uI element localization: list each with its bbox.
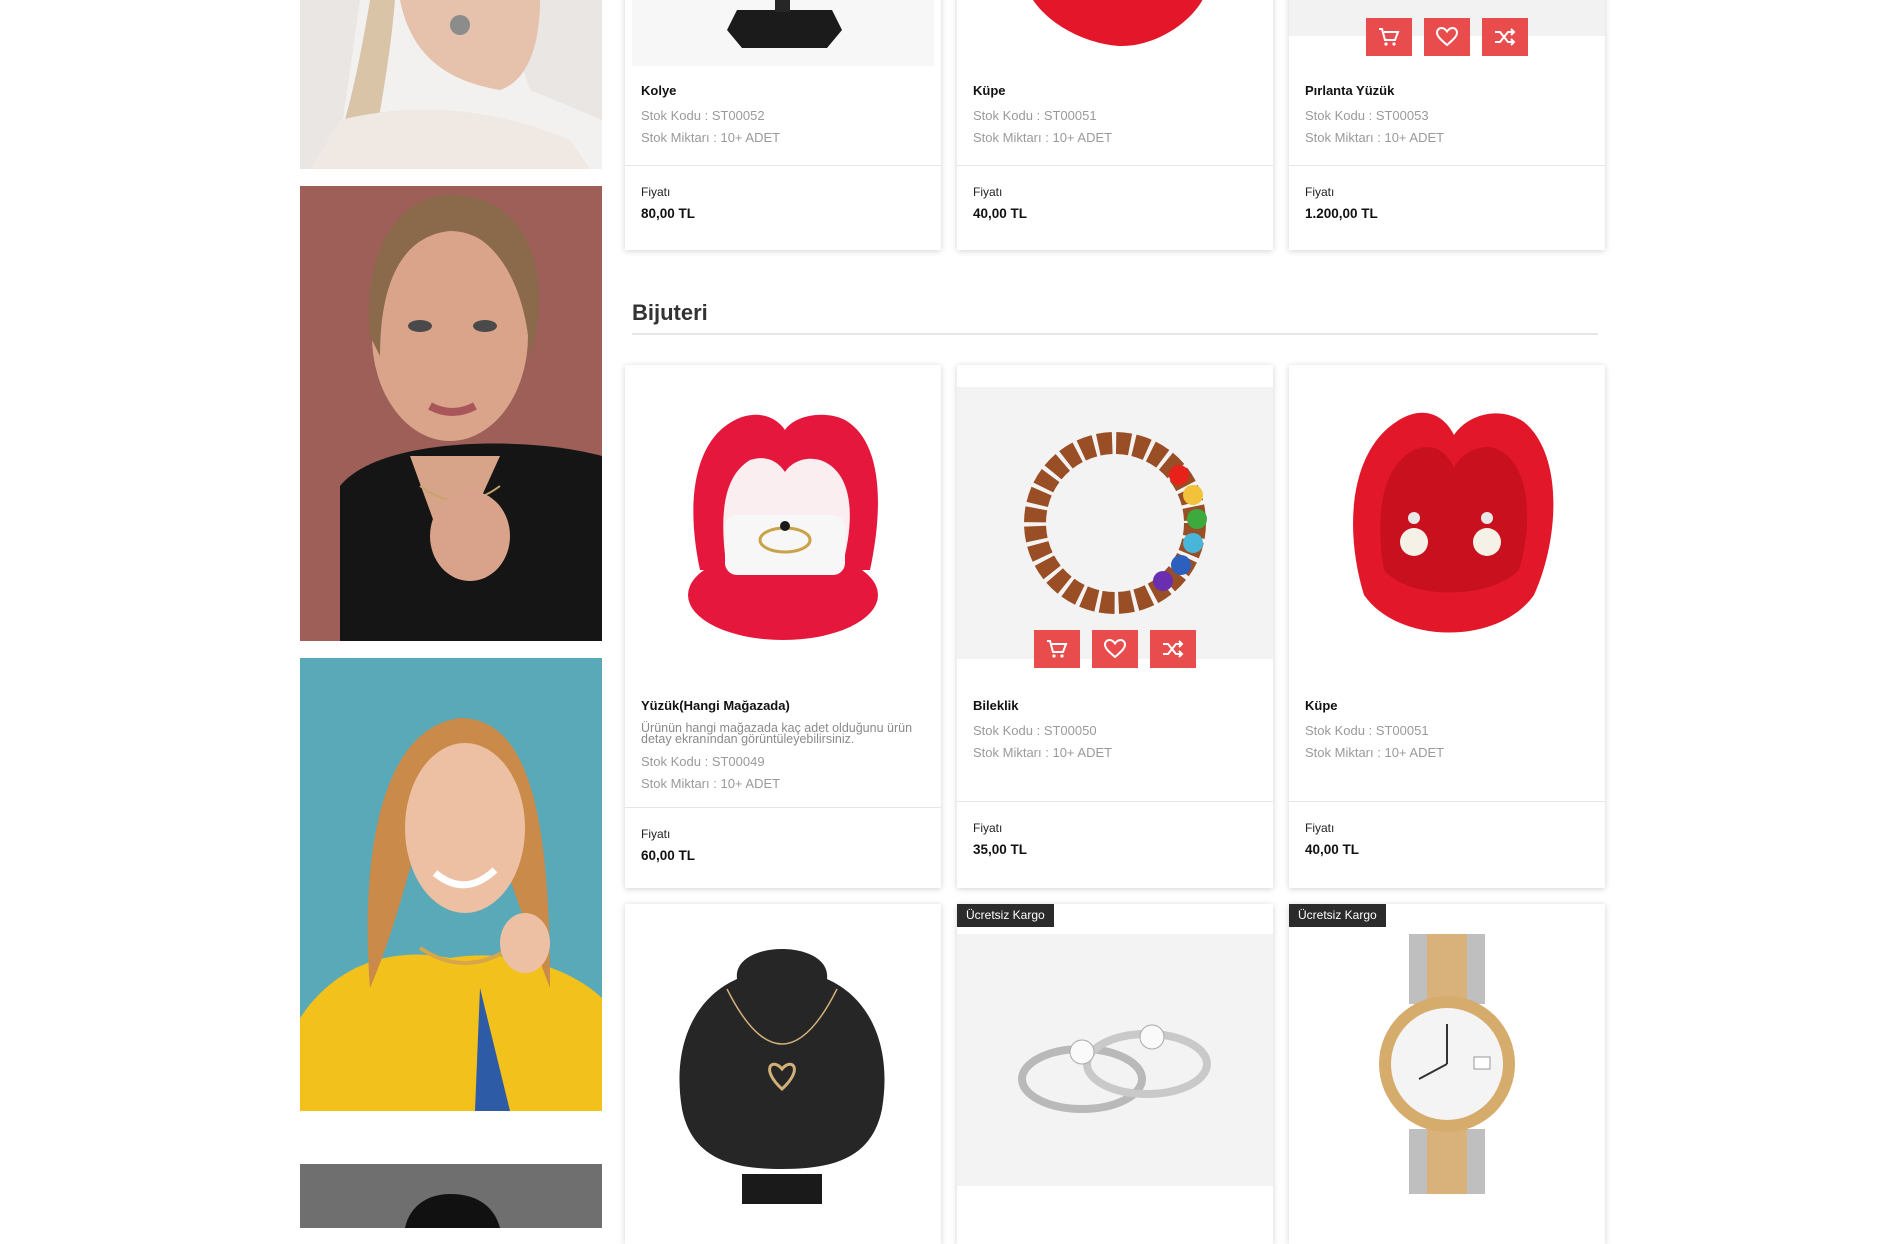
product-card-bileklik[interactable]: Bileklik Stok Kodu : ST00050 Stok Miktar… [957,365,1273,888]
product-card-yuzuk-hangi-magazada[interactable]: Yüzük(Hangi Mağazada) Ürünün hangi mağaz… [625,365,941,888]
shuffle-icon [1495,28,1516,46]
compare-button[interactable] [1482,18,1528,56]
price-label: Fiyatı [641,827,671,841]
product-image[interactable] [632,919,934,1219]
product-card-pirlanta-yuzuk[interactable]: Pırlanta Yüzük Stok Kodu : ST00053 Stok … [1289,0,1605,250]
cart-icon [1379,28,1400,46]
stock-code: Stok Kodu : ST00050 [973,723,1097,738]
product-image[interactable] [632,0,934,66]
shuffle-icon [1163,640,1184,658]
product-name[interactable]: Bileklik [973,698,1019,713]
add-to-wishlist-button[interactable] [1424,18,1470,56]
banner-image-4[interactable] [300,1164,602,1228]
stock-quantity: Stok Miktarı : 10+ ADET [973,745,1113,760]
product-image[interactable] [1289,934,1605,1194]
stock-quantity: Stok Miktarı : 10+ ADET [973,130,1113,145]
product-card-necklace[interactable] [625,904,941,1244]
product-name[interactable]: Pırlanta Yüzük [1305,83,1394,98]
product-name[interactable]: Yüzük(Hangi Mağazada) [641,698,790,713]
stock-quantity: Stok Miktarı : 10+ ADET [641,776,781,791]
product-image[interactable] [957,0,1273,50]
card-divider [957,801,1273,802]
product-name[interactable]: Kolye [641,83,676,98]
product-card-kolye[interactable]: Kolye Stok Kodu : ST00052 Stok Miktarı :… [625,0,941,250]
heart-icon [1436,27,1458,47]
product-price: 60,00 TL [641,848,696,863]
stock-code: Stok Kodu : ST00049 [641,754,765,769]
card-divider [625,807,941,808]
add-to-cart-button[interactable] [1366,18,1412,56]
product-price: 40,00 TL [973,206,1028,221]
price-label: Fiyatı [1305,821,1335,835]
banner-image-3[interactable] [300,658,602,1111]
stock-code: Stok Kodu : ST00051 [973,108,1097,123]
product-card-rings[interactable]: Ücretsiz Kargo [957,904,1273,1244]
product-card-kupe-2[interactable]: Küpe Stok Kodu : ST00051 Stok Miktarı : … [1289,365,1605,888]
product-card-watch[interactable]: Ücretsiz Kargo [1289,904,1605,1244]
stock-quantity: Stok Miktarı : 10+ ADET [1305,130,1445,145]
stock-quantity: Stok Miktarı : 10+ ADET [641,130,781,145]
product-card-kupe[interactable]: Küpe Stok Kodu : ST00051 Stok Miktarı : … [957,0,1273,250]
product-price: 40,00 TL [1305,842,1360,857]
stock-code: Stok Kodu : ST00053 [1305,108,1429,123]
card-divider [957,165,1273,166]
add-to-wishlist-button[interactable] [1092,630,1138,668]
free-shipping-badge: Ücretsiz Kargo [1289,904,1386,927]
product-actions [1289,18,1605,56]
add-to-cart-button[interactable] [1034,630,1080,668]
compare-button[interactable] [1150,630,1196,668]
card-divider [1289,165,1605,166]
stock-code: Stok Kodu : ST00052 [641,108,765,123]
section-title: Bijuteri [632,300,708,325]
price-label: Fiyatı [1305,185,1335,199]
price-label: Fiyatı [973,821,1003,835]
section-divider [632,333,1598,335]
card-divider [1289,801,1605,802]
product-description: Ürünün hangi mağazada kaç adet olduğunu … [641,721,913,746]
banner-image-2[interactable] [300,186,602,641]
product-price: 1.200,00 TL [1305,206,1378,221]
cart-icon [1047,640,1068,658]
stock-quantity: Stok Miktarı : 10+ ADET [1305,745,1445,760]
heart-icon [1104,639,1126,659]
product-price: 80,00 TL [641,206,696,221]
product-image[interactable] [625,380,941,650]
price-label: Fiyatı [641,185,671,199]
product-image[interactable] [957,934,1273,1186]
product-price: 35,00 TL [973,842,1028,857]
price-label: Fiyatı [973,185,1003,199]
product-name[interactable]: Küpe [1305,698,1338,713]
product-image[interactable] [1289,380,1605,660]
product-name[interactable]: Küpe [973,83,1006,98]
product-actions [957,630,1273,668]
product-image[interactable] [957,387,1273,659]
free-shipping-badge: Ücretsiz Kargo [957,904,1054,927]
stock-code: Stok Kodu : ST00051 [1305,723,1429,738]
card-divider [625,165,941,166]
banner-image-1[interactable] [300,0,602,169]
